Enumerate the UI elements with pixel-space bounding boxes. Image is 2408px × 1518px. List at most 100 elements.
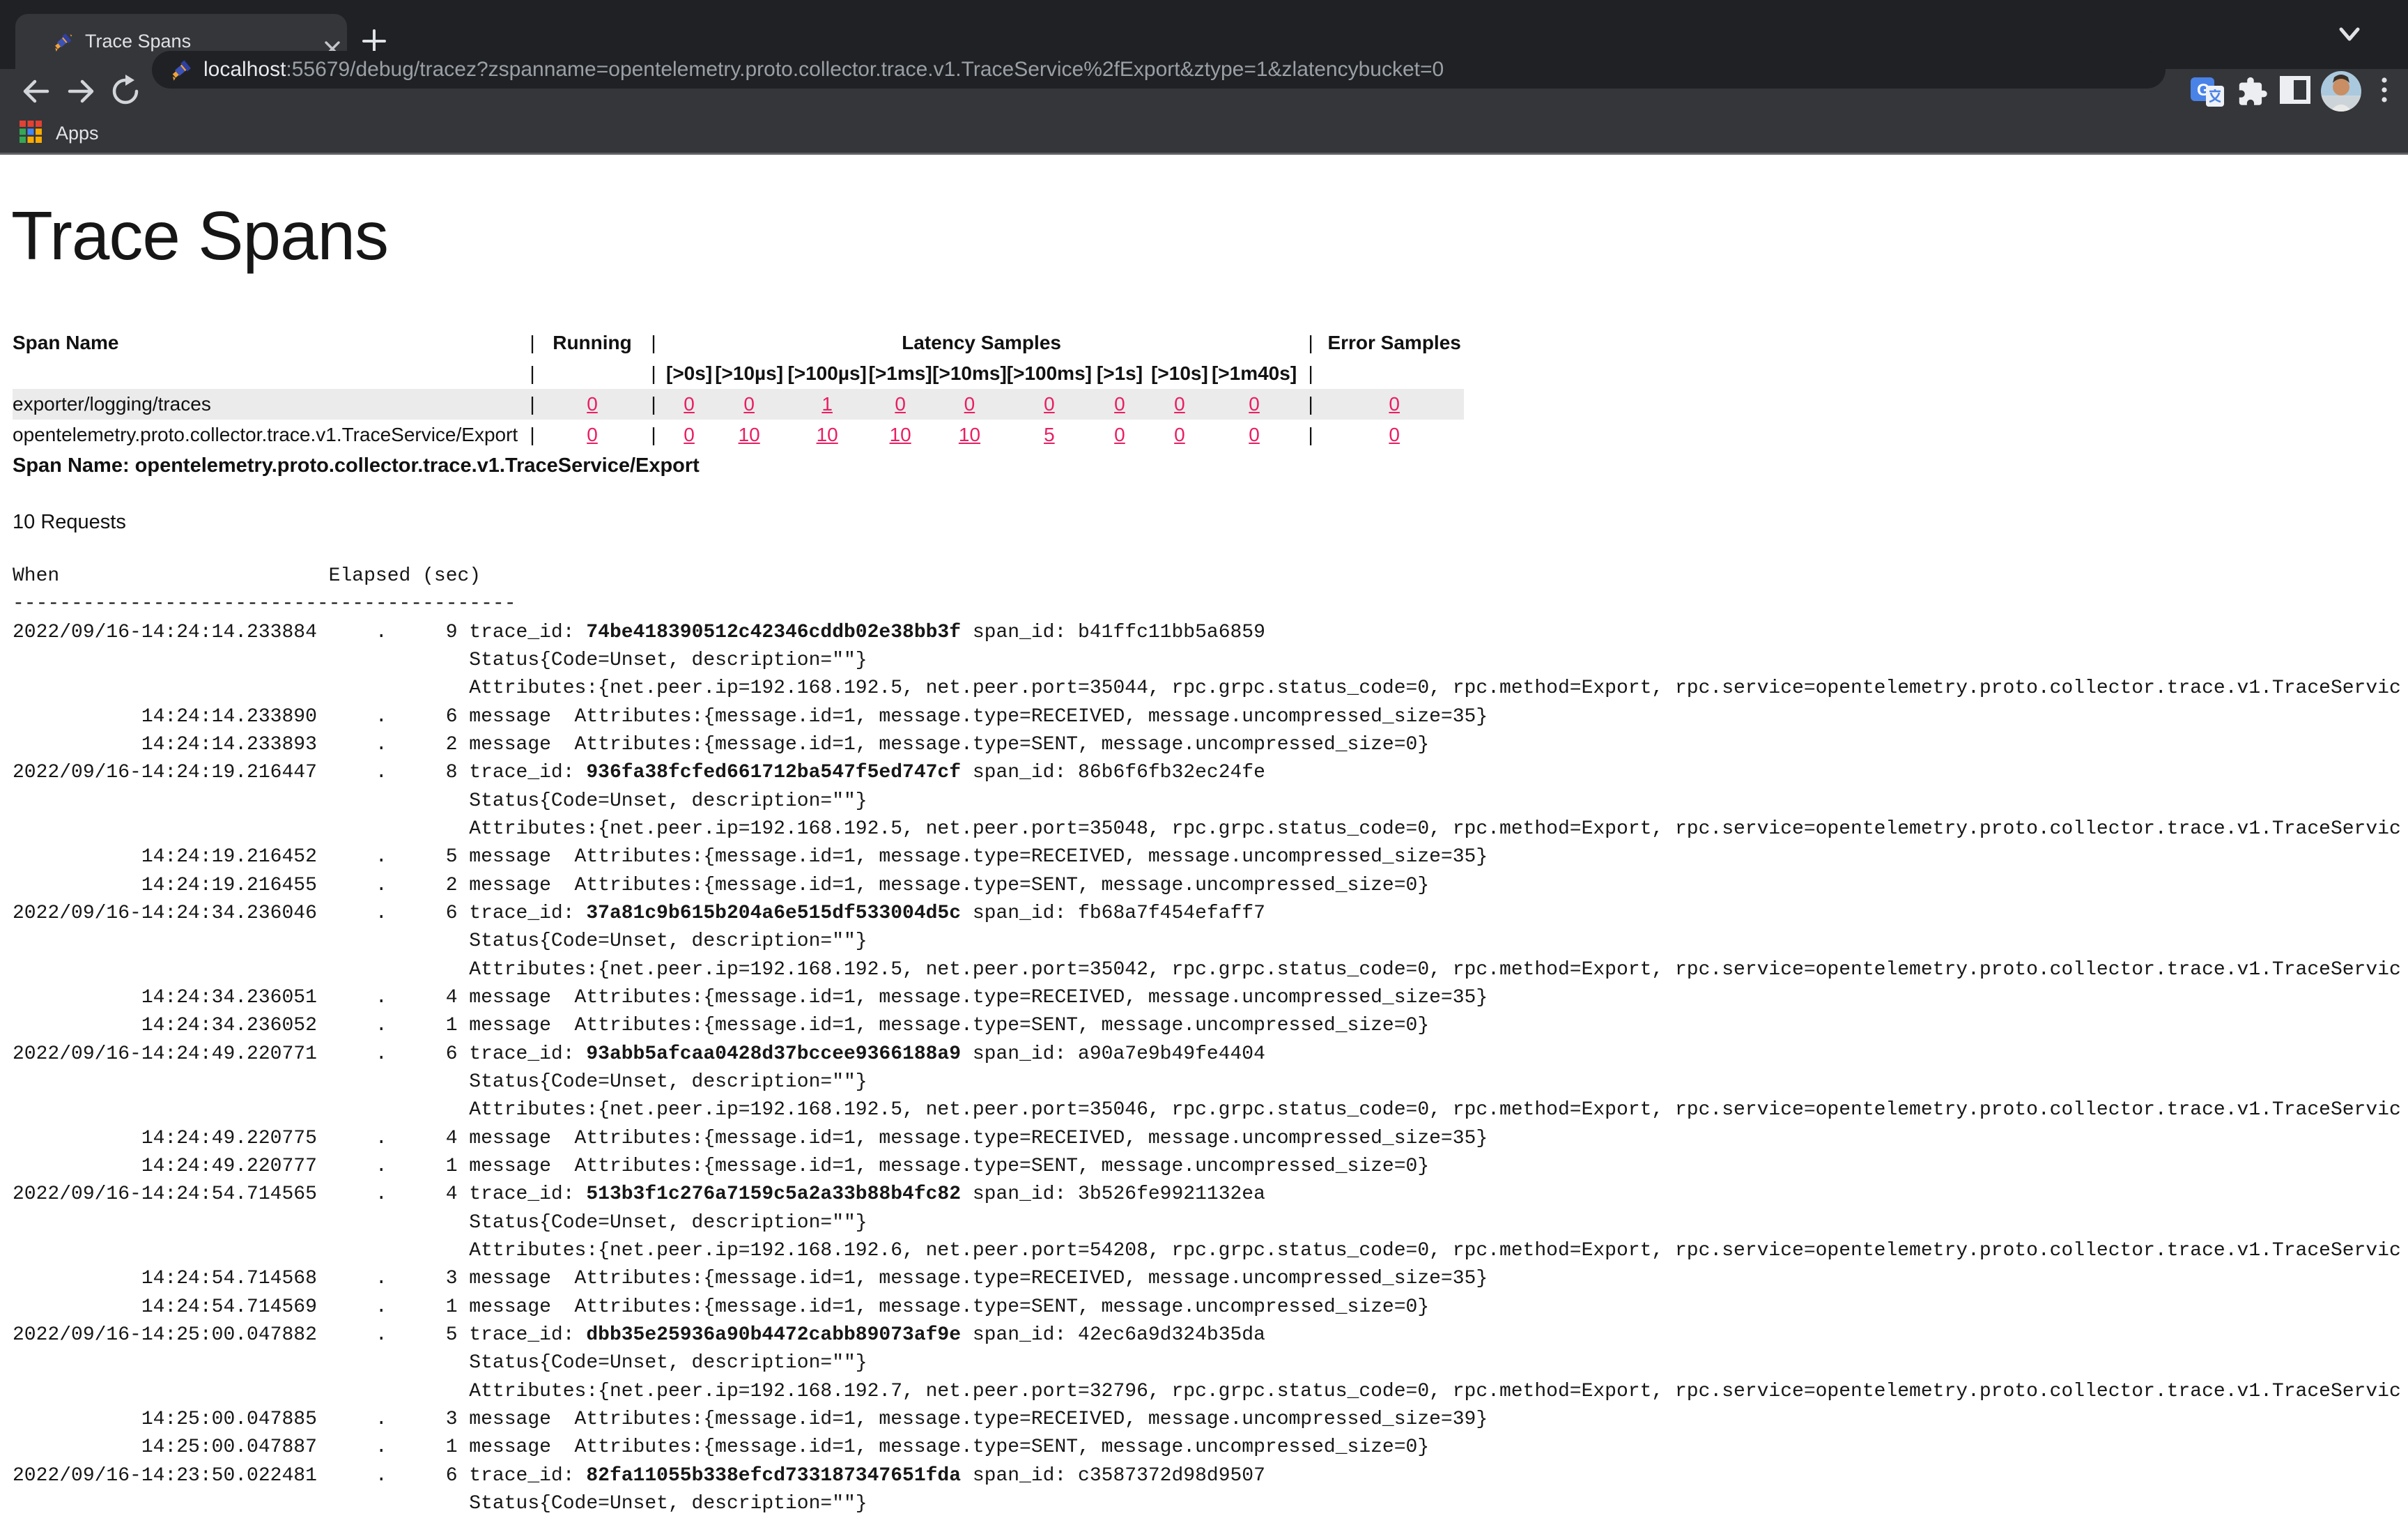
selected-span-name: Span Name: opentelemetry.proto.collector… — [13, 454, 700, 477]
error-cell: 0 — [1325, 389, 1464, 420]
log-line: Attributes:{net.peer.ip=192.168.192.5, n… — [13, 956, 2401, 984]
separator: | — [1297, 420, 1325, 450]
latency-sample-link[interactable]: 0 — [684, 393, 695, 415]
request-log: When Elapsed (sec)----------------------… — [13, 562, 2401, 1518]
telescope-favicon-icon — [169, 57, 194, 86]
log-line: 14:24:54.714569 . 1 message Attributes:{… — [13, 1294, 2401, 1321]
latency-bucket-label: [>1ms] — [868, 358, 932, 389]
separator: | — [641, 358, 666, 389]
latency-sample-link[interactable]: 0 — [1174, 393, 1185, 415]
telescope-favicon-icon — [52, 31, 74, 56]
chevron-down-icon[interactable] — [2333, 21, 2366, 49]
error-sample-link[interactable]: 0 — [1389, 393, 1400, 415]
log-line: Attributes:{net.peer.ip=192.168.192.5, n… — [13, 815, 2401, 843]
log-line: Attributes:{net.peer.ip=192.168.192.5, n… — [13, 675, 2401, 703]
log-line: 14:24:14.233893 . 2 message Attributes:{… — [13, 731, 2401, 759]
running-count-link[interactable]: 0 — [587, 424, 598, 445]
latency-sample-link[interactable]: 5 — [1044, 424, 1055, 445]
log-line: ----------------------------------------… — [13, 590, 2401, 618]
latency-sample-cell: 0 — [868, 389, 932, 420]
separator: | — [641, 328, 666, 358]
latency-sample-link[interactable]: 0 — [1174, 424, 1185, 445]
latency-sample-cell: 10 — [712, 420, 786, 450]
latency-sample-cell: 0 — [666, 389, 712, 420]
log-line: 14:24:49.220775 . 4 message Attributes:{… — [13, 1125, 2401, 1153]
latency-sample-cell: 0 — [932, 389, 1007, 420]
error-cell: 0 — [1325, 420, 1464, 450]
trace-id: dbb35e25936a90b4472cabb89073af9e — [586, 1324, 961, 1346]
latency-bucket-label: [>10s] — [1148, 358, 1212, 389]
log-line: 14:24:34.236052 . 1 message Attributes:{… — [13, 1012, 2401, 1040]
latency-sample-link[interactable]: 10 — [959, 424, 980, 445]
latency-sample-link[interactable]: 0 — [684, 424, 695, 445]
url-host: localhost — [203, 58, 286, 81]
bookmarks-bar: Apps — [0, 113, 2408, 155]
log-line: When Elapsed (sec) — [13, 562, 2401, 590]
url-path: :55679/debug/tracez?zspanname=openteleme… — [286, 58, 1444, 81]
running-cell: 0 — [543, 389, 641, 420]
span-summary-table: Span Name | Running | Latency Samples | … — [13, 328, 1464, 450]
log-line: Status{Code=Unset, description=""} — [13, 1349, 2401, 1377]
latency-sample-link[interactable]: 0 — [964, 393, 975, 415]
trace-id: 74be418390512c42346cddb02e38bb3f — [586, 622, 961, 643]
log-line: 14:24:49.220777 . 1 message Attributes:{… — [13, 1153, 2401, 1181]
latency-sample-link[interactable]: 1 — [821, 393, 833, 415]
separator: | — [521, 358, 543, 389]
latency-sample-link[interactable]: 10 — [739, 424, 760, 445]
latency-sample-cell: 0 — [1148, 389, 1212, 420]
log-line: 2022/09/16-14:24:34.236046 . 6 trace_id:… — [13, 900, 2401, 928]
log-line: Status{Code=Unset, description=""} — [13, 928, 2401, 956]
trace-id: 82fa11055b338efcd733187347651fda — [586, 1465, 961, 1487]
latency-bucket-label: [>100µs] — [786, 358, 868, 389]
latency-sample-link[interactable]: 0 — [1249, 393, 1260, 415]
log-line: 14:25:00.047885 . 3 message Attributes:{… — [13, 1406, 2401, 1434]
latency-sample-link[interactable]: 0 — [1044, 393, 1055, 415]
request-count: 10 Requests — [13, 511, 126, 534]
latency-bucket-label: [>1m40s] — [1212, 358, 1297, 389]
bookmark-apps[interactable]: Apps — [18, 117, 99, 149]
latency-sample-cell: 10 — [932, 420, 1007, 450]
latency-sample-cell: 0 — [1092, 420, 1148, 450]
col-running: Running — [543, 328, 641, 358]
trace-id: 93abb5afcaa0428d37bccee9366188a9 — [586, 1043, 961, 1065]
apps-grid-icon — [18, 119, 43, 148]
latency-sample-link[interactable]: 10 — [890, 424, 911, 445]
log-line: 14:24:19.216452 . 5 message Attributes:{… — [13, 843, 2401, 871]
separator: | — [1297, 389, 1325, 420]
log-line: 14:25:00.047887 . 1 message Attributes:{… — [13, 1434, 2401, 1462]
latency-sample-link[interactable]: 0 — [1114, 424, 1125, 445]
log-line: 2022/09/16-14:24:49.220771 . 6 trace_id:… — [13, 1041, 2401, 1068]
log-line: 14:24:34.236051 . 4 message Attributes:{… — [13, 984, 2401, 1012]
log-line: 2022/09/16-14:24:14.233884 . 9 trace_id:… — [13, 619, 2401, 647]
latency-sample-cell: 0 — [666, 420, 712, 450]
latency-sample-cell: 5 — [1007, 420, 1092, 450]
separator: | — [521, 420, 543, 450]
col-span-name: Span Name — [13, 328, 521, 358]
log-line: 2022/09/16-14:24:54.714565 . 4 trace_id:… — [13, 1181, 2401, 1209]
error-sample-link[interactable]: 0 — [1389, 424, 1400, 445]
latency-sample-cell: 10 — [868, 420, 932, 450]
latency-sample-link[interactable]: 0 — [743, 393, 755, 415]
browser-window: { "browser": { "tab": { "title": "Trace … — [0, 0, 2408, 1505]
bucket-header-row: | |[>0s][>10µs][>100µs][>1ms][>10ms][>10… — [13, 358, 1464, 389]
log-line: 14:24:54.714568 . 3 message Attributes:{… — [13, 1265, 2401, 1293]
trace-id: 936fa38fcfed661712ba547f5ed747cf — [586, 762, 961, 783]
log-line: Attributes:{net.peer.ip=192.168.192.6, n… — [13, 1237, 2401, 1265]
latency-sample-link[interactable]: 0 — [1114, 393, 1125, 415]
running-cell: 0 — [543, 420, 641, 450]
address-bar[interactable]: localhost:55679/debug/tracez?zspanname=o… — [152, 51, 2166, 89]
separator: | — [1297, 358, 1325, 389]
running-count-link[interactable]: 0 — [587, 393, 598, 415]
col-latency-samples: Latency Samples — [666, 328, 1297, 358]
latency-sample-cell: 0 — [1092, 389, 1148, 420]
latency-sample-cell: 0 — [1007, 389, 1092, 420]
latency-bucket-label: [>10ms] — [932, 358, 1007, 389]
span-name-cell: exporter/logging/traces — [13, 389, 521, 420]
log-line: Attributes:{net.peer.ip=192.168.192.5, n… — [13, 1096, 2401, 1124]
latency-sample-link[interactable]: 0 — [895, 393, 906, 415]
latency-sample-link[interactable]: 10 — [817, 424, 838, 445]
latency-bucket-label: [>1s] — [1092, 358, 1148, 389]
latency-bucket-label: [>10µs] — [712, 358, 786, 389]
page-title: Trace Spans — [11, 197, 388, 275]
latency-sample-link[interactable]: 0 — [1249, 424, 1260, 445]
